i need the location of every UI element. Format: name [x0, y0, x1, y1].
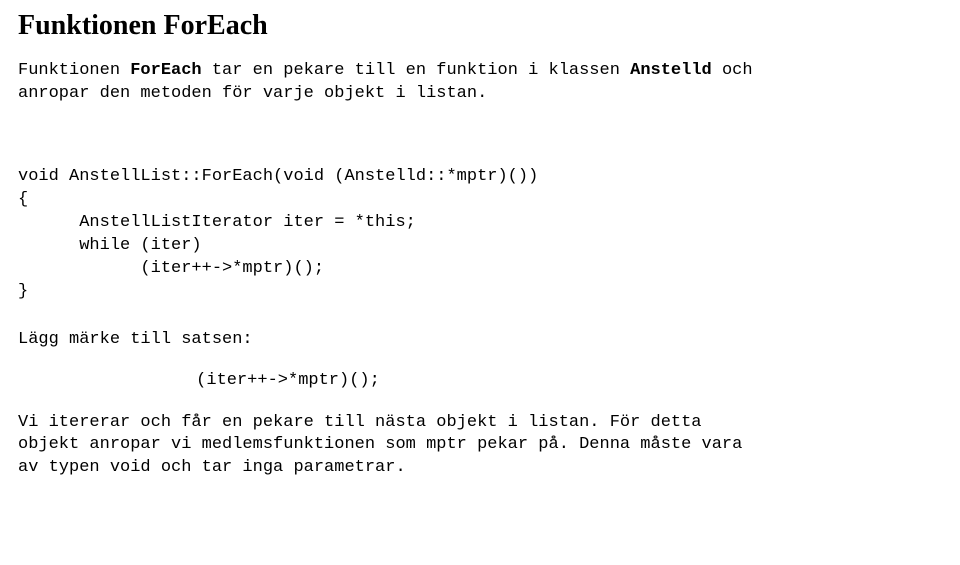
intro-bold-foreach: ForEach: [130, 61, 201, 80]
intro-paragraph: Funktionen ForEach tar en pekare till en…: [18, 60, 942, 106]
page-title: Funktionen ForEach: [18, 10, 942, 42]
expression-line: (iter++->*mptr)();: [18, 371, 558, 390]
note-label: Lägg märke till satsen:: [18, 330, 942, 349]
outro-paragraph: Vi itererar och får en pekare till nästa…: [18, 412, 942, 481]
intro-text-pre: Funktionen: [18, 61, 130, 80]
intro-bold-anstelld: Anstelld: [630, 61, 712, 80]
intro-text-mid1: tar en pekare till en funktion i klassen: [202, 61, 630, 80]
document-page: Funktionen ForEach Funktionen ForEach ta…: [0, 0, 960, 490]
code-block: void AnstellList::ForEach(void (Anstelld…: [18, 166, 942, 304]
